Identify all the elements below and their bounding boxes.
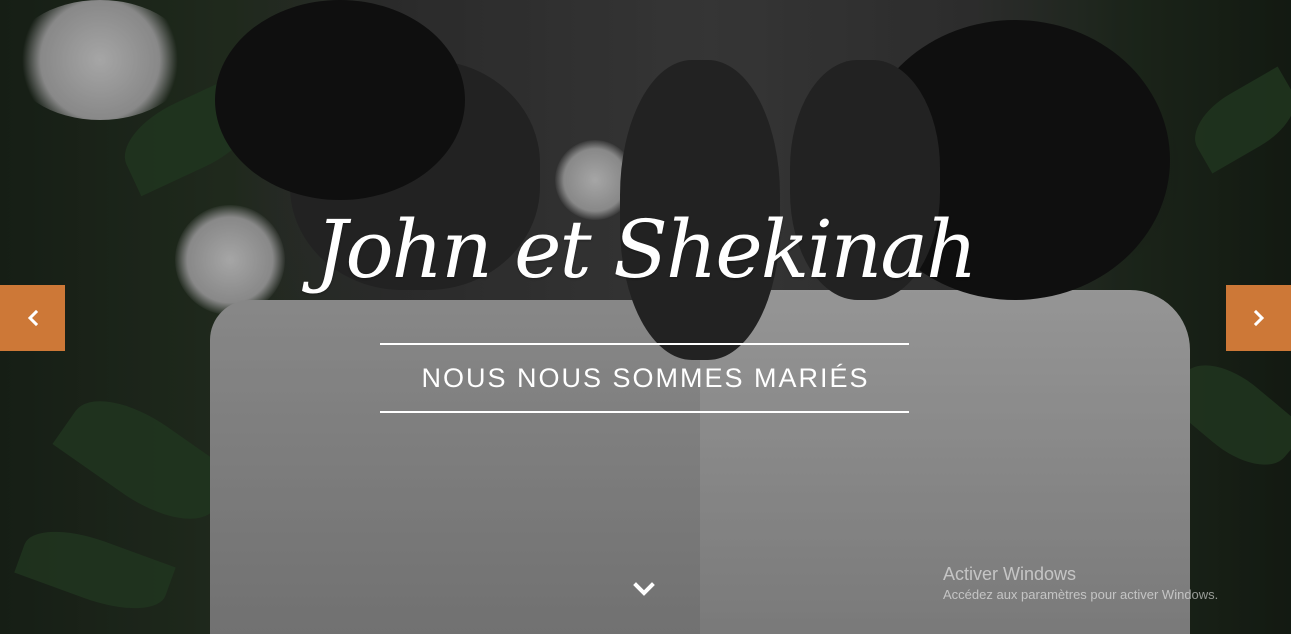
dark-overlay bbox=[0, 0, 1291, 634]
divider-top bbox=[380, 343, 909, 345]
watermark-subtitle: Accédez aux paramètres pour activer Wind… bbox=[943, 587, 1219, 602]
scroll-down-button[interactable] bbox=[632, 578, 656, 600]
divider-bottom bbox=[380, 411, 909, 413]
chevron-down-icon bbox=[633, 582, 655, 596]
chevron-right-icon bbox=[1253, 309, 1264, 327]
couple-names: John et Shekinah bbox=[315, 203, 977, 296]
watermark-title: Activer Windows bbox=[943, 564, 1077, 584]
hero-subtitle: NOUS NOUS SOMMES MARIÉS bbox=[421, 363, 870, 393]
chevron-left-icon bbox=[27, 309, 38, 327]
hero-slide: John et Shekinah NOUS NOUS SOMMES MARIÉS… bbox=[0, 0, 1291, 634]
carousel-next-button[interactable] bbox=[1226, 285, 1291, 351]
windows-activation-watermark: Activer Windows Accédez aux paramètres p… bbox=[943, 562, 1218, 604]
carousel-prev-button[interactable] bbox=[0, 285, 65, 351]
